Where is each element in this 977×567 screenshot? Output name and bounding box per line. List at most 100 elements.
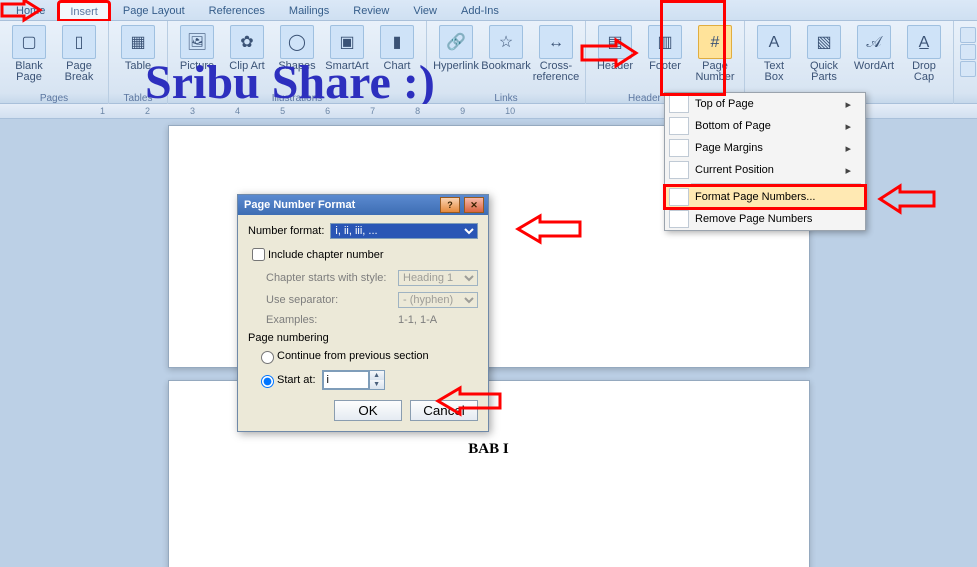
chart-icon: ▮ [380,25,414,59]
menu-bottom-of-page[interactable]: Bottom of Page▸ [665,115,865,137]
page-break-button[interactable]: ▯Page Break [56,23,102,85]
include-chapter-label: Include chapter number [268,249,384,261]
menu-current-position[interactable]: Current Position▸ [665,159,865,181]
signature-line-button[interactable]: Signature [960,27,977,43]
page-number-button[interactable]: #Page Number [692,23,738,85]
tab-mailings[interactable]: Mailings [279,2,339,20]
tab-home[interactable]: Home [6,2,55,20]
continue-label: Continue from previous section [277,350,429,362]
top-page-icon [669,95,689,113]
submenu-arrow-icon: ▸ [845,164,851,177]
tab-page-layout[interactable]: Page Layout [113,2,195,20]
format-numbers-icon [669,188,689,206]
start-at-radio[interactable] [261,375,274,388]
examples-value: 1-1, 1-A [398,314,478,326]
tab-add-ins[interactable]: Add-Ins [451,2,509,20]
dialog-titlebar[interactable]: Page Number Format ? ✕ [238,195,488,215]
textbox-icon: A [757,25,791,59]
ribbon-tabs: Home Insert Page Layout References Maili… [0,0,977,21]
menu-format-page-numbers[interactable]: Format Page Numbers... [665,186,865,208]
number-format-label: Number format: [248,225,324,237]
group-signature: Signature Date & Time Object [954,21,977,109]
table-icon: ▦ [121,25,155,59]
tab-references[interactable]: References [199,2,275,20]
page-break-icon: ▯ [62,25,96,59]
shapes-button[interactable]: ◯Shapes [274,23,320,74]
quickparts-icon: ▧ [807,25,841,59]
cancel-button[interactable]: Cancel [410,400,478,421]
dialog-close-button[interactable]: ✕ [464,197,484,213]
chart-button[interactable]: ▮Chart [374,23,420,74]
page-number-icon: # [698,25,732,59]
page-margins-icon [669,139,689,157]
chapter-style-select: Heading 1 [398,270,478,286]
picture-button[interactable]: 🖼Picture [174,23,220,74]
bookmark-icon: ☆ [489,25,523,59]
chapter-style-label: Chapter starts with style: [266,272,386,284]
table-button[interactable]: ▦ Table [115,23,161,74]
footer-button[interactable]: ▥Footer [642,23,688,85]
doc-heading: BAB I [468,441,508,457]
tab-review[interactable]: Review [343,2,399,20]
submenu-arrow-icon: ▸ [845,120,851,133]
current-position-icon [669,161,689,179]
spin-up-button[interactable]: ▲ [370,371,384,380]
menu-remove-page-numbers[interactable]: Remove Page Numbers [665,208,865,230]
page-number-menu: Top of Page▸ Bottom of Page▸ Page Margin… [664,92,866,231]
group-tables: ▦Table Tables [109,21,168,105]
remove-numbers-icon [669,210,689,228]
examples-label: Examples: [266,314,317,326]
textbox-button[interactable]: AText Box [751,23,797,85]
crossref-button[interactable]: ↔Cross-reference [533,23,579,85]
dropcap-button[interactable]: A̲Drop Cap [901,23,947,85]
page-number-format-dialog: Page Number Format ? ✕ Number format: i,… [237,194,489,432]
blank-page-button[interactable]: ▢Blank Page [6,23,52,85]
blank-page-label: Blank Page [8,61,50,83]
start-at-spin[interactable]: ▲▼ [322,370,385,390]
bookmark-button[interactable]: ☆Bookmark [483,23,529,85]
smartart-icon: ▣ [330,25,364,59]
shapes-icon: ◯ [280,25,314,59]
spin-down-button[interactable]: ▼ [370,380,384,389]
header-icon: ▤ [598,25,632,59]
picture-icon: 🖼 [180,25,214,59]
wordart-icon: 𝒜 [857,25,891,59]
header-button[interactable]: ▤Header [592,23,638,85]
clipart-button[interactable]: ✿Clip Art [224,23,270,74]
page-numbering-label: Page numbering [248,332,478,344]
include-chapter-checkbox[interactable] [252,248,265,261]
blank-page-icon: ▢ [12,25,46,59]
tab-view[interactable]: View [403,2,447,20]
clipart-icon: ✿ [230,25,264,59]
number-format-select[interactable]: i, ii, iii, ... [330,223,478,239]
wordart-button[interactable]: 𝒜WordArt [851,23,897,85]
continue-radio[interactable] [261,351,274,364]
page-break-label: Page Break [58,61,100,83]
hyperlink-button[interactable]: 🔗Hyperlink [433,23,479,85]
submenu-arrow-icon: ▸ [845,142,851,155]
ok-button[interactable]: OK [334,400,402,421]
object-button[interactable]: Object [960,61,977,77]
smartart-button[interactable]: ▣SmartArt [324,23,370,74]
start-at-label: Start at: [277,374,316,386]
footer-icon: ▥ [648,25,682,59]
start-at-input[interactable] [323,371,369,389]
bottom-page-icon [669,117,689,135]
table-label: Table [125,61,151,72]
dialog-title: Page Number Format [244,199,355,211]
date-time-icon [960,44,976,60]
dialog-help-button[interactable]: ? [440,197,460,213]
object-icon [960,61,976,77]
menu-page-margins[interactable]: Page Margins▸ [665,137,865,159]
tab-insert[interactable]: Insert [59,2,109,20]
quickparts-button[interactable]: ▧Quick Parts [801,23,847,85]
crossref-icon: ↔ [539,25,573,59]
submenu-arrow-icon: ▸ [845,98,851,111]
signature-icon [960,27,976,43]
group-pages: ▢Blank Page ▯Page Break Pages [0,21,109,105]
menu-separator [691,183,861,184]
menu-top-of-page[interactable]: Top of Page▸ [665,93,865,115]
separator-label: Use separator: [266,294,338,306]
date-time-button[interactable]: Date & Time [960,44,977,60]
hyperlink-icon: 🔗 [439,25,473,59]
